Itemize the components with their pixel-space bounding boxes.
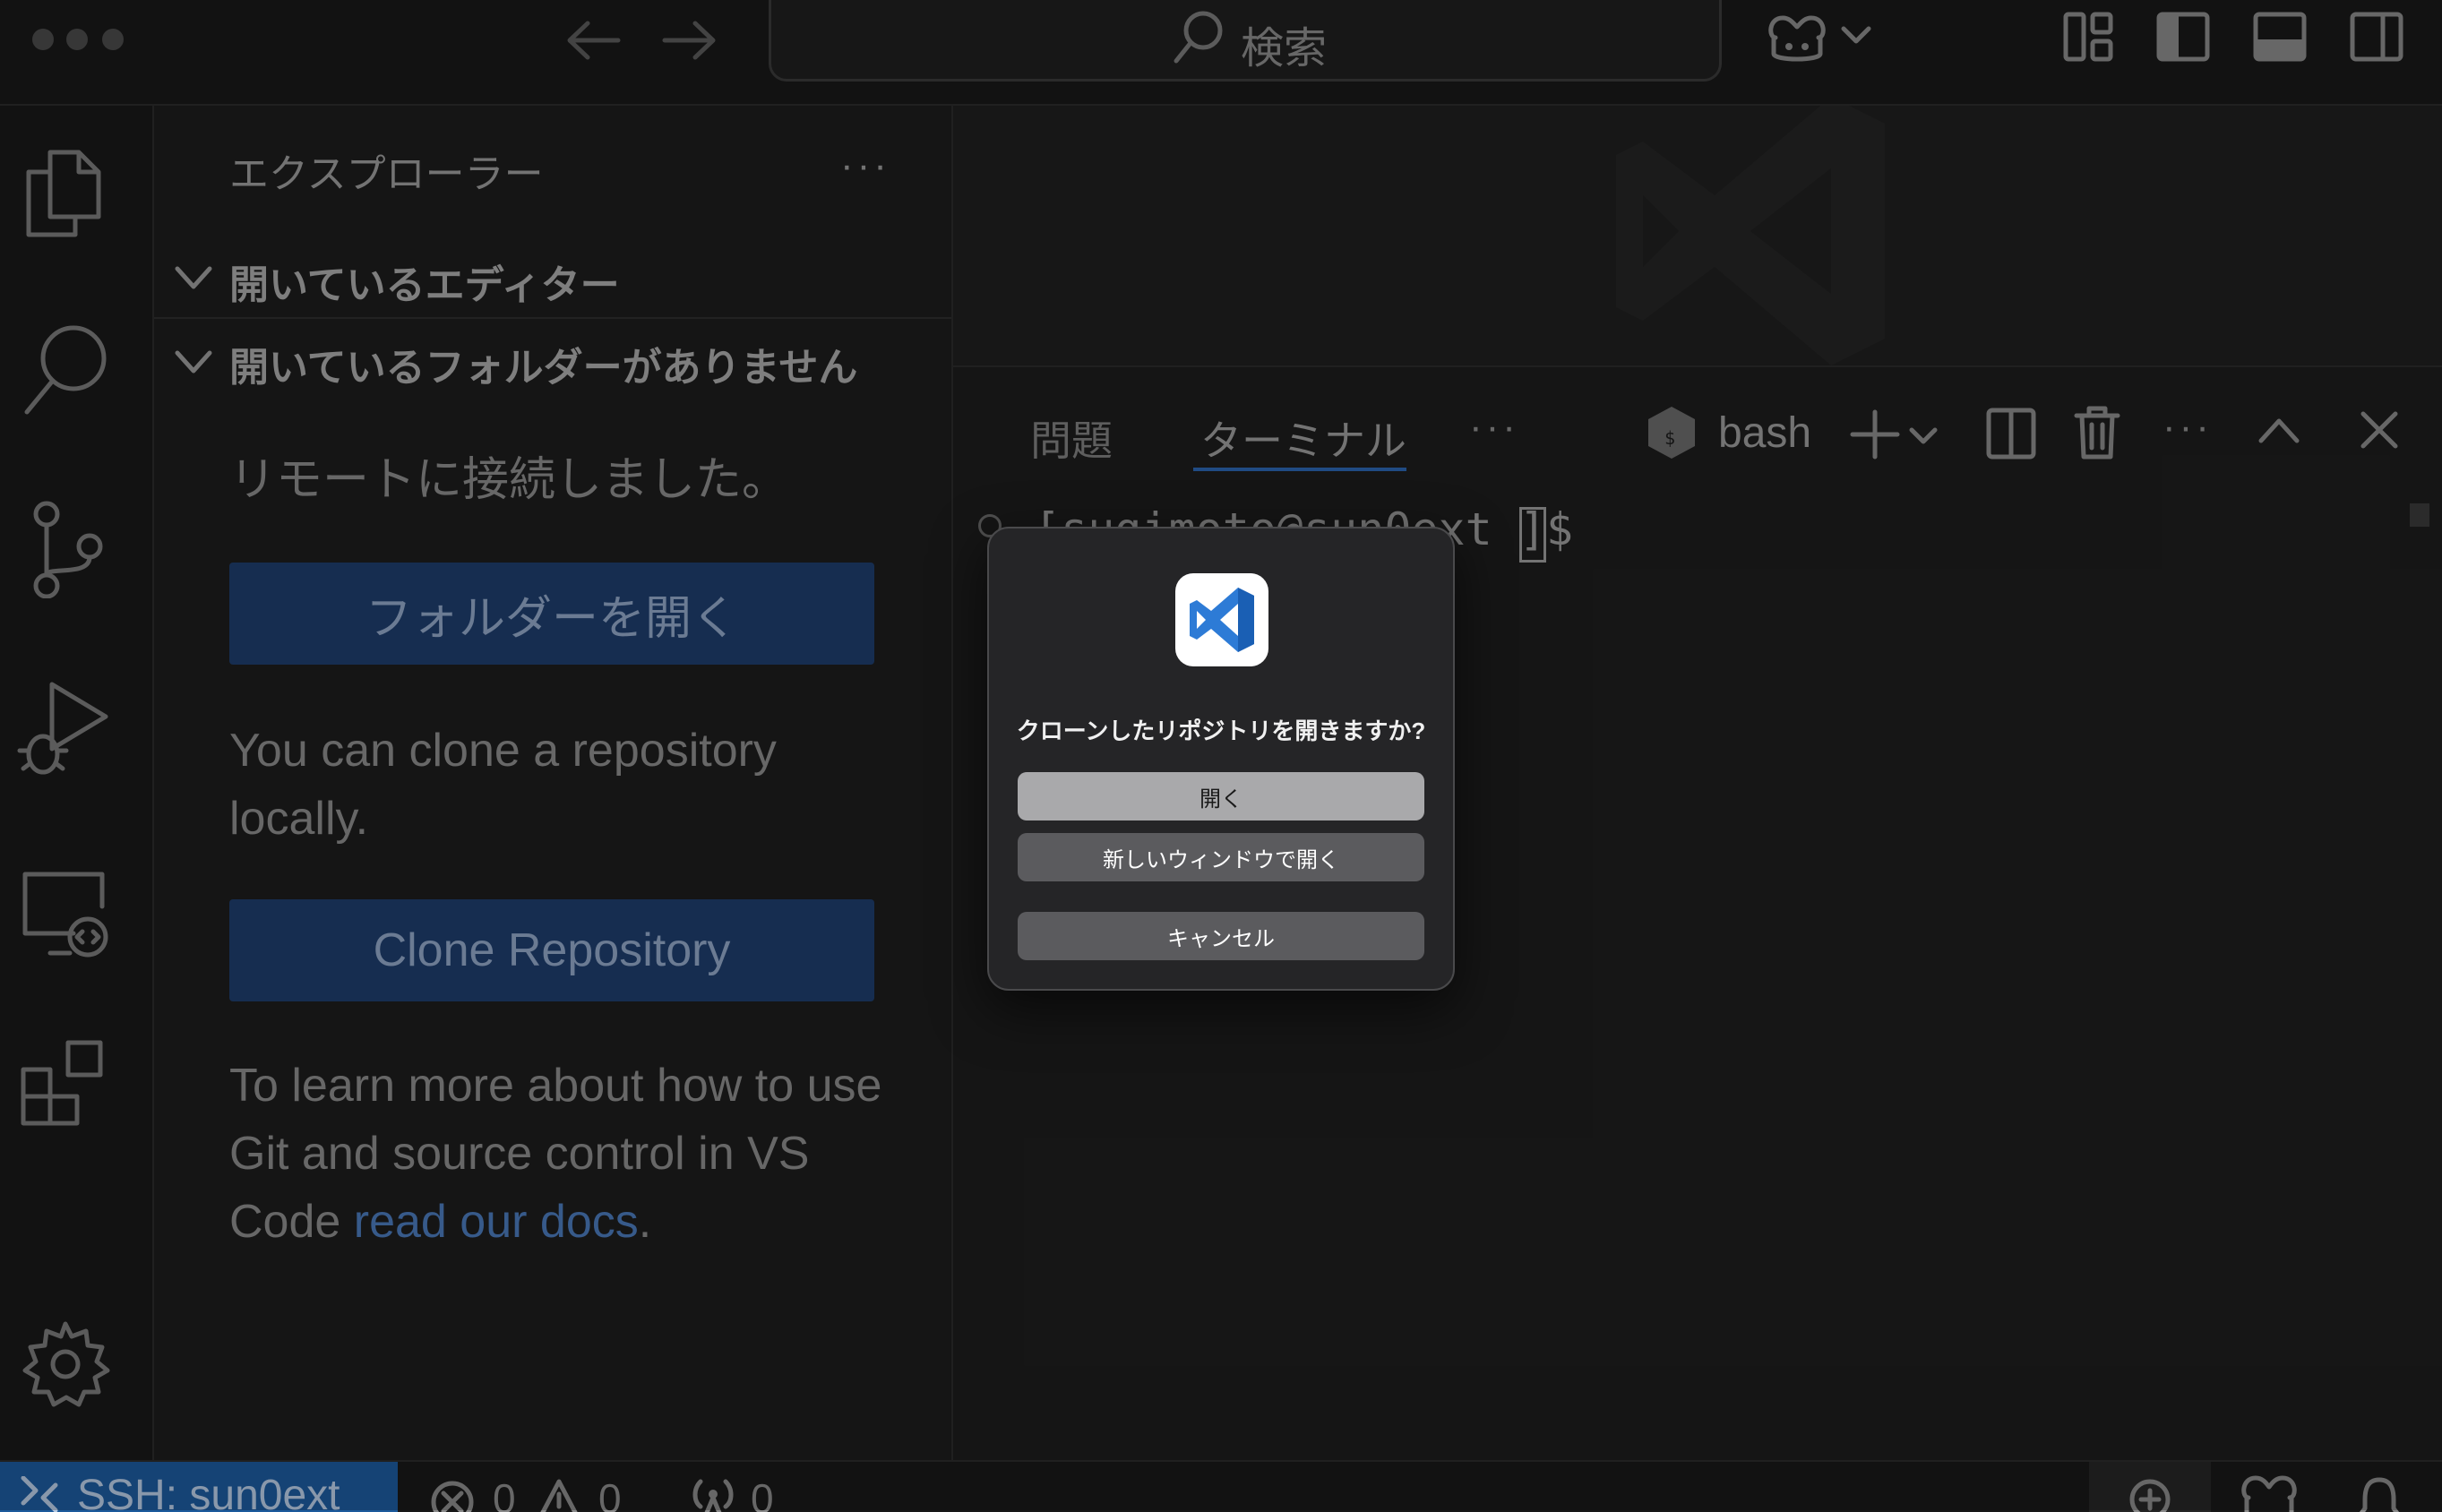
app-icon [1175,573,1268,666]
clone-open-dialog: クローンしたリポジトリを開きますか? 開く 新しいウィンドウで開く キャンセル [987,527,1455,991]
cancel-button[interactable]: キャンセル [1018,912,1424,960]
open-in-new-window-button[interactable]: 新しいウィンドウで開く [1018,833,1424,881]
dialog-title: クローンしたリポジトリを開きますか? [1016,717,1426,744]
vscode-logo-icon [1190,588,1254,652]
open-button[interactable]: 開く [1018,772,1424,820]
